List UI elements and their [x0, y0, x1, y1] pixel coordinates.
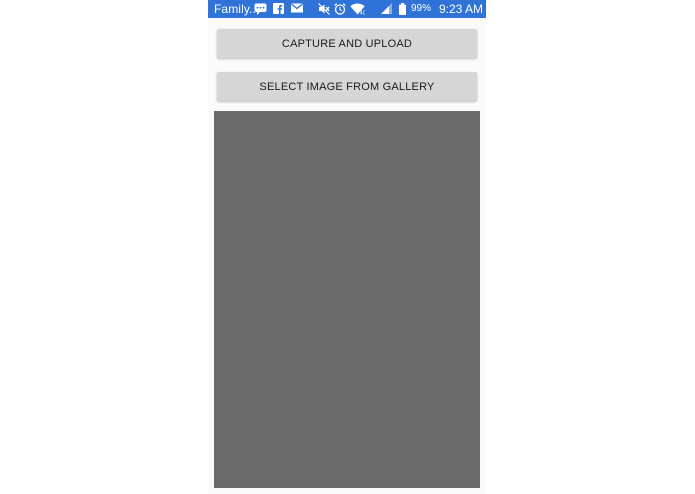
signal-icon — [381, 3, 392, 14]
alarm-icon — [334, 3, 346, 15]
status-time: 9:23 AM — [439, 2, 484, 16]
capture-and-upload-button[interactable]: CAPTURE AND UPLOAD — [217, 29, 477, 58]
status-bar: Family.. 4G 99% 9:23 AM — [208, 0, 486, 18]
wifi-icon: 4G — [350, 3, 365, 15]
mail-icon — [291, 3, 303, 13]
svg-text:4G: 4G — [360, 11, 365, 16]
carrier-label: Family.. — [214, 2, 256, 16]
facebook-icon — [273, 3, 284, 14]
app-screen: Family.. 4G 99% 9:23 AM CAPTURE AND UPLO… — [208, 0, 486, 494]
battery-icon — [399, 3, 406, 15]
select-image-from-gallery-button[interactable]: SELECT IMAGE FROM GALLERY — [217, 72, 477, 101]
image-preview — [214, 111, 480, 488]
mute-icon — [318, 3, 330, 15]
chat-bubble-icon — [254, 3, 267, 15]
battery-percent: 99% — [411, 3, 432, 14]
